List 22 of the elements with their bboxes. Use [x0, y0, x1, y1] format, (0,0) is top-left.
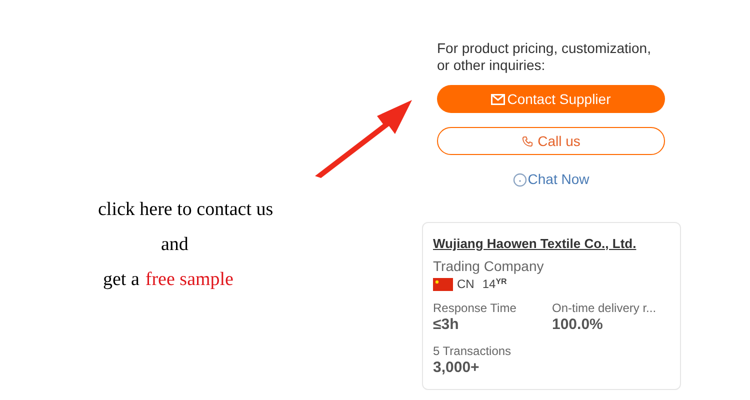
china-flag-icon — [433, 278, 453, 290]
business-type: Trading Company — [433, 258, 544, 274]
note-text: get a — [103, 268, 140, 292]
stat-label: 5 Transactions — [433, 344, 512, 359]
stat-value: 100.0% — [552, 316, 604, 334]
stat-label: Response Time — [433, 301, 518, 316]
mail-icon — [491, 94, 506, 104]
country-code: CN — [457, 276, 474, 293]
phone-icon — [522, 136, 533, 146]
note-text: click here to contact us — [98, 198, 274, 222]
note-text: and — [161, 233, 188, 257]
supplier-name-link[interactable]: Wujiang Haowen Textile Co., Ltd. — [433, 236, 636, 252]
years-text: 14$^{YR}$ — [482, 276, 507, 293]
chat-icon — [512, 172, 527, 186]
stat-value: 3,000+ — [433, 359, 480, 377]
chat-now-link[interactable]: Chat Now — [512, 169, 590, 190]
stat-value: ≤3h — [433, 316, 460, 334]
inquiry-prompt: For product pricing, customization, or other inquiries: — [437, 40, 652, 74]
contact-supplier-button[interactable]: Contact Supplier — [437, 85, 665, 113]
stat-label: On-time delivery r... — [552, 301, 658, 316]
highlighted-text: free sample — [145, 268, 234, 292]
call-button[interactable]: Call us — [437, 127, 665, 155]
